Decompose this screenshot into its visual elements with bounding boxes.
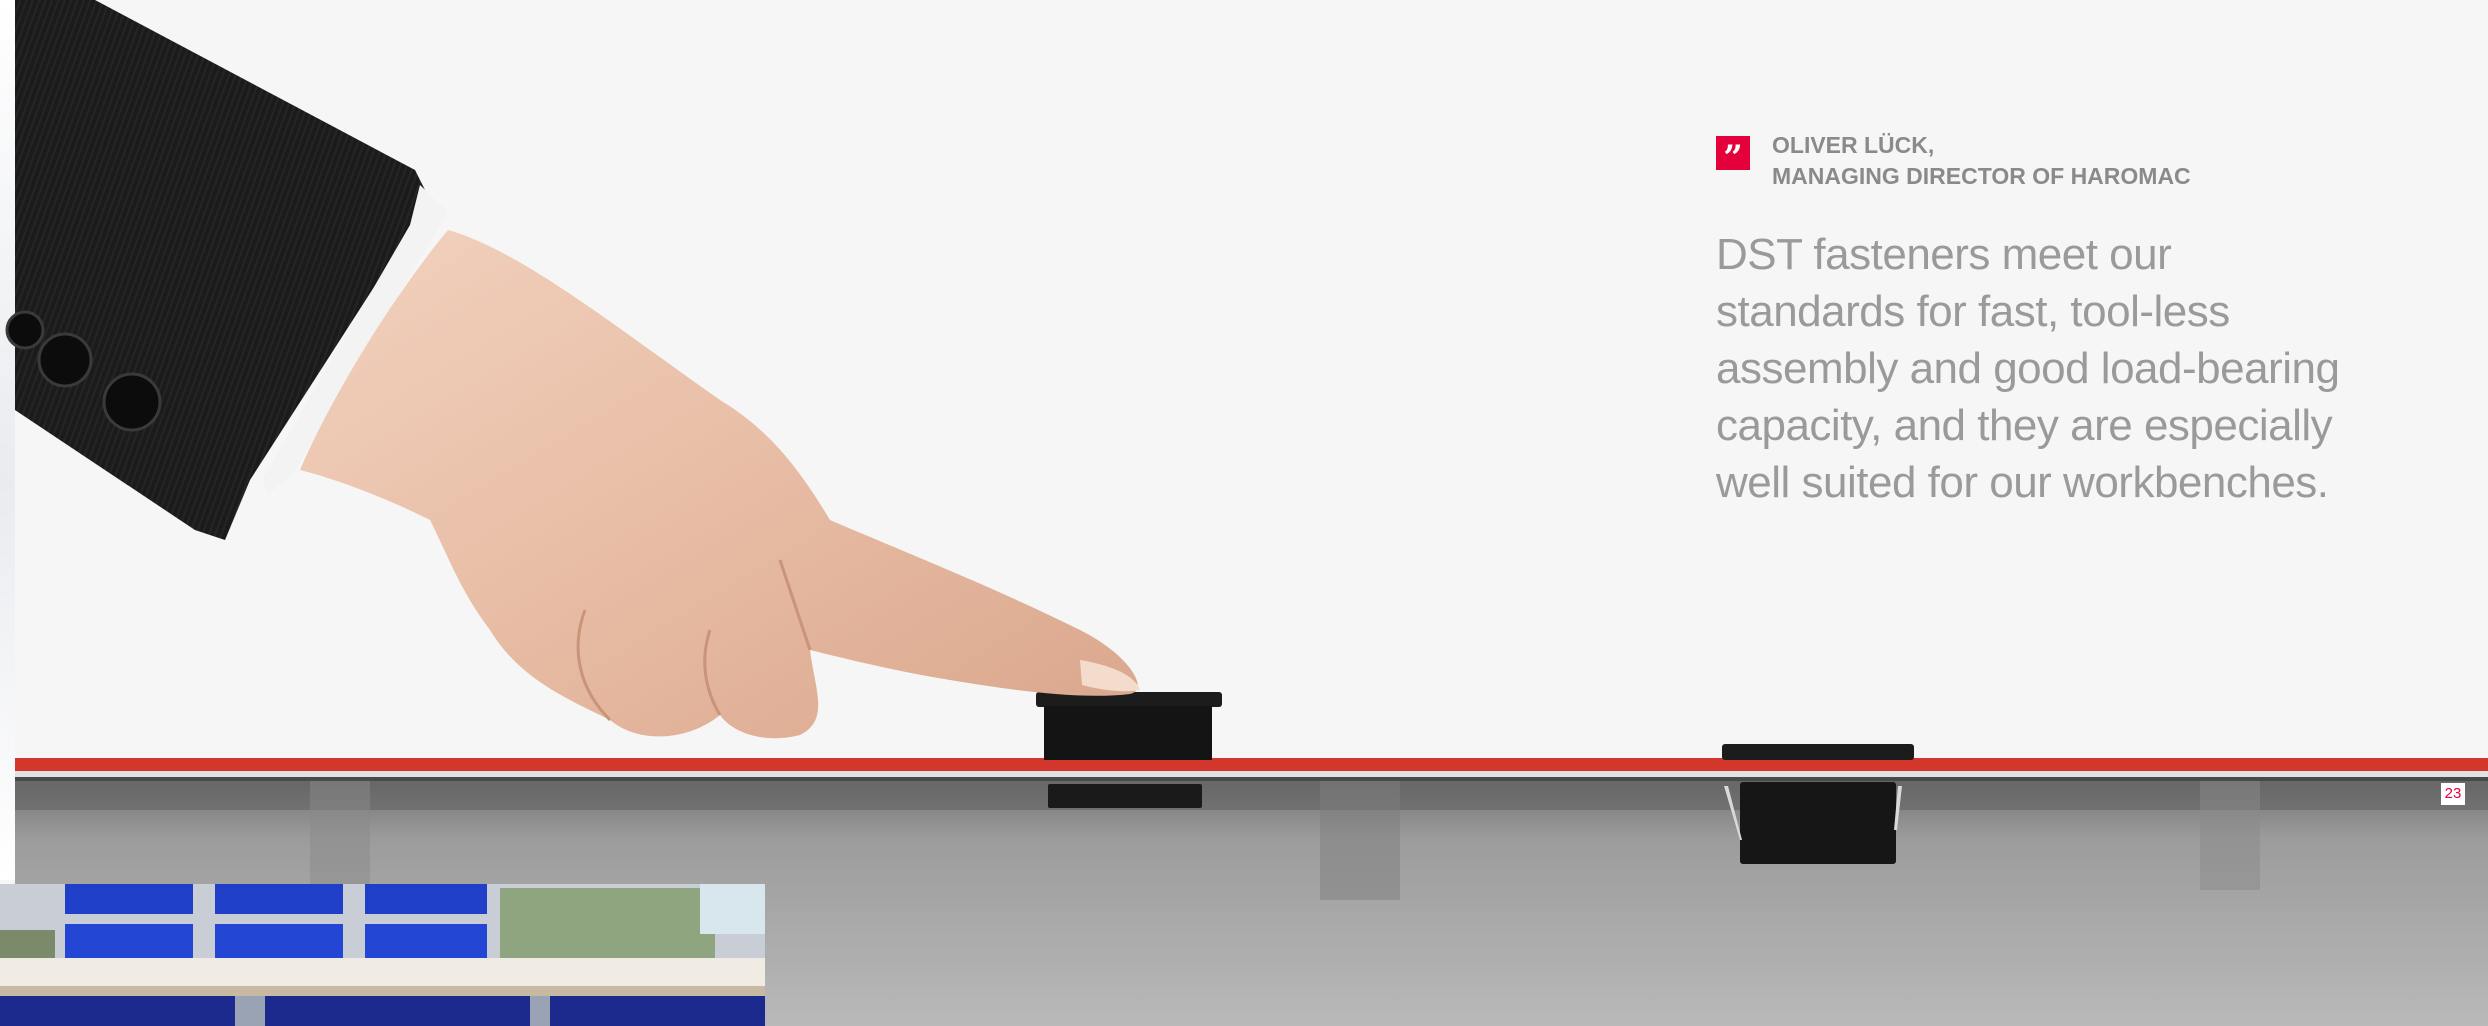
tabletop-edge <box>15 758 2488 781</box>
quote-text: DST fasteners meet our standards for fas… <box>1716 230 2340 507</box>
quote-author-role: MANAGING DIRECTOR OF HAROMAC <box>1772 163 2191 189</box>
quote-author-name: OLIVER LÜCK, <box>1772 132 1935 158</box>
page-number: 23 <box>2441 783 2465 805</box>
quote-attribution: OLIVER LÜCK, MANAGING DIRECTOR OF HAROMA… <box>1772 130 2191 192</box>
brochure-page: ” OLIVER LÜCK, MANAGING DIRECTOR OF HARO… <box>0 0 2488 1026</box>
workshop-inset-photo <box>0 884 765 1026</box>
quote-mark-icon: ” <box>1716 136 1750 178</box>
fastener-1-icon <box>1036 692 1222 808</box>
pointing-hand <box>300 230 1140 739</box>
